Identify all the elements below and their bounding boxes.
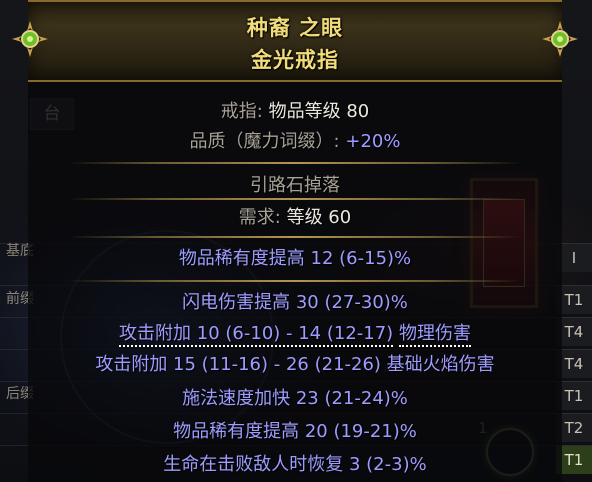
hybrid-mod-part: 攻击附加 10 (6-10) - 14 (12-17) (119, 323, 394, 347)
explicit-mod: 物品稀有度提高 20 (19-21)% (173, 421, 417, 442)
requirement-value: 等级 60 (286, 207, 352, 228)
explicit-mod: 施法速度加快 23 (21-24)% (182, 388, 408, 409)
explicit-mod: 生命在击败敌人时恢复 3 (2-3)% (163, 454, 427, 475)
separator (68, 198, 522, 200)
implicit-mod: 物品稀有度提高 12 (6-15)% (178, 248, 412, 269)
item-tooltip: 种裔 之眼 金光戒指 戒指: 物品等级 80 品质（魔力词缀）: +20% 引路… (12, 0, 578, 482)
separator (68, 236, 522, 238)
hybrid-mod-part: 物理伤害 (398, 323, 471, 347)
quality-line: 品质（魔力词缀）: +20% (28, 127, 562, 153)
item-level-value: 80 (346, 101, 370, 122)
item-base-type: 金光戒指 (251, 48, 339, 72)
explicit-mod: 闪电伤害提高 30 (27-30)% (182, 292, 408, 313)
item-source: 引路石掉落 (250, 175, 340, 196)
explicit-mod: 攻击附加 15 (11-16) - 26 (21-26) 基础火焰伤害 (95, 354, 495, 375)
requirement-label: 需求: (238, 207, 281, 228)
item-class-label: 戒指: (220, 101, 263, 122)
quality-value: +20% (345, 131, 401, 152)
item-class-line: 戒指: 物品等级 80 (28, 97, 562, 123)
game-screen: 台 基底 前缀 后缀 I T1 T4 T4 T1 T2 T1 1 种裔 之眼 金… (0, 0, 592, 482)
explicit-mod: 攻击附加 10 (6-10) - 14 (12-17) 物理伤害 (28, 319, 562, 347)
item-level-label: 物品等级 (268, 101, 341, 122)
quality-label: 品质（魔力词缀）: (189, 131, 340, 152)
tooltip-header: 种裔 之眼 金光戒指 (12, 0, 578, 82)
separator (68, 280, 522, 282)
separator (68, 162, 522, 164)
requirement-line: 需求: 等级 60 (28, 203, 562, 229)
item-name: 种裔 之眼 (246, 16, 344, 40)
